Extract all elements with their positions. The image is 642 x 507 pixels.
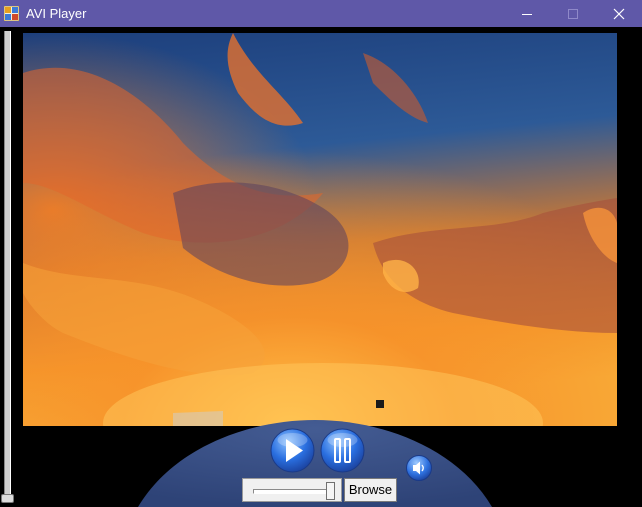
slider-thumb[interactable] [1, 494, 14, 503]
minimize-icon [522, 13, 532, 15]
vertical-slider[interactable] [0, 27, 14, 507]
pause-button[interactable] [320, 428, 365, 473]
close-icon [613, 8, 625, 19]
avi-player-icon [3, 5, 20, 22]
play-button[interactable] [270, 428, 315, 473]
play-icon [270, 428, 315, 473]
seek-trackbar[interactable] [242, 478, 342, 502]
pause-icon [320, 428, 365, 473]
close-button[interactable] [596, 0, 642, 27]
trackbar-thumb[interactable] [326, 482, 335, 500]
video-display [23, 33, 617, 426]
maximize-button[interactable] [550, 0, 596, 27]
window-title: AVI Player [26, 6, 87, 21]
minimize-button[interactable] [504, 0, 550, 27]
trackbar-channel [253, 489, 332, 494]
title-bar[interactable]: AVI Player [0, 0, 642, 27]
maximize-icon [568, 8, 578, 19]
slider-track [4, 31, 11, 499]
browse-button[interactable]: Browse [344, 478, 397, 502]
volume-button[interactable] [406, 455, 432, 481]
speaker-icon [406, 455, 432, 481]
